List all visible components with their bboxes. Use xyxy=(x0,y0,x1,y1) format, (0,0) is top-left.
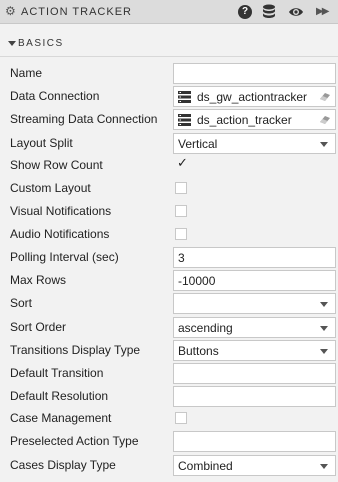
row-audio-notifications: Audio Notifications xyxy=(0,223,338,246)
audio-notifications-label: Audio Notifications xyxy=(10,227,110,241)
row-name: Name xyxy=(0,62,338,85)
cases-display-type-label: Cases Display Type xyxy=(10,458,116,472)
chevron-down-icon xyxy=(320,326,328,331)
caret-down-icon xyxy=(8,41,16,46)
name-label: Name xyxy=(10,66,43,80)
layout-split-select[interactable]: Vertical xyxy=(173,133,336,154)
panel-title: ACTION TRACKER xyxy=(21,6,132,18)
row-default-transition: Default Transition xyxy=(0,362,338,385)
eye-icon[interactable] xyxy=(288,4,304,20)
datasource-icon xyxy=(178,91,191,103)
polling-interval-input[interactable]: 3 xyxy=(173,247,336,268)
row-case-management: Case Management xyxy=(0,407,338,430)
polling-interval-label: Polling Interval (sec) xyxy=(10,250,119,264)
custom-layout-checkbox[interactable] xyxy=(175,182,187,194)
database-icon[interactable] xyxy=(262,4,278,20)
panel-header: ⚙ ACTION TRACKER ? ▶▶ xyxy=(0,0,338,24)
checkmark-icon: ✓ xyxy=(177,155,188,170)
show-row-count-label: Show Row Count xyxy=(10,158,103,172)
audio-notifications-checkbox[interactable] xyxy=(175,228,187,240)
row-polling-interval: Polling Interval (sec) 3 xyxy=(0,246,338,269)
row-transitions-display-type: Transitions Display Type Buttons xyxy=(0,339,338,362)
row-sort-order: Sort Order ascending xyxy=(0,316,338,339)
default-transition-label: Default Transition xyxy=(10,366,104,380)
row-streaming-data-connection: Streaming Data Connection ds_action_trac… xyxy=(0,108,338,131)
preselected-action-type-input[interactable] xyxy=(173,431,336,452)
sort-label: Sort xyxy=(10,296,33,310)
layout-split-label: Layout Split xyxy=(10,136,73,150)
row-default-resolution: Default Resolution xyxy=(0,385,338,408)
default-transition-input[interactable] xyxy=(173,363,336,384)
case-management-label: Case Management xyxy=(10,411,112,425)
chevron-down-icon xyxy=(320,142,328,147)
transitions-display-type-label: Transitions Display Type xyxy=(10,343,141,357)
transitions-display-type-select[interactable]: Buttons xyxy=(173,340,336,361)
custom-layout-label: Custom Layout xyxy=(10,181,91,195)
row-visual-notifications: Visual Notifications xyxy=(0,200,338,223)
max-rows-label: Max Rows xyxy=(10,273,67,287)
row-cases-display-type: Cases Display Type Combined xyxy=(0,454,338,477)
data-connection-label: Data Connection xyxy=(10,89,100,103)
default-resolution-input[interactable] xyxy=(173,386,336,407)
gear-icon[interactable]: ⚙ xyxy=(5,4,17,18)
streaming-data-connection-label: Streaming Data Connection xyxy=(10,112,158,126)
sort-order-select[interactable]: ascending xyxy=(173,317,336,338)
row-custom-layout: Custom Layout xyxy=(0,177,338,200)
datasource-icon xyxy=(178,114,191,126)
row-show-row-count: Show Row Count ✓ xyxy=(0,154,338,177)
fast-forward-icon[interactable]: ▶▶ xyxy=(316,4,332,20)
chevron-down-icon xyxy=(320,349,328,354)
row-layout-split: Layout Split Vertical xyxy=(0,132,338,155)
eraser-icon[interactable] xyxy=(320,93,330,101)
row-max-rows: Max Rows -10000 xyxy=(0,269,338,292)
visual-notifications-checkbox[interactable] xyxy=(175,205,187,217)
sort-select[interactable] xyxy=(173,293,336,314)
eraser-icon[interactable] xyxy=(320,116,330,124)
preselected-action-type-label: Preselected Action Type xyxy=(10,434,139,448)
data-connection-field[interactable]: ds_gw_actiontracker xyxy=(173,86,336,107)
section-label: BASICS xyxy=(18,38,64,49)
max-rows-input[interactable]: -10000 xyxy=(173,270,336,291)
basics-section-header[interactable]: BASICS xyxy=(0,35,338,55)
chevron-down-icon xyxy=(320,464,328,469)
row-preselected-action-type: Preselected Action Type xyxy=(0,430,338,453)
visual-notifications-label: Visual Notifications xyxy=(10,204,112,218)
help-icon[interactable]: ? xyxy=(238,5,252,19)
streaming-data-connection-value: ds_action_tracker xyxy=(197,113,292,127)
row-data-connection: Data Connection ds_gw_actiontracker xyxy=(0,85,338,108)
data-connection-value: ds_gw_actiontracker xyxy=(197,90,308,104)
case-management-checkbox[interactable] xyxy=(175,412,187,424)
row-sort: Sort xyxy=(0,292,338,315)
cases-display-type-select[interactable]: Combined xyxy=(173,455,336,476)
show-row-count-checkbox[interactable]: ✓ xyxy=(175,155,188,171)
chevron-down-icon xyxy=(320,302,328,307)
default-resolution-label: Default Resolution xyxy=(10,389,109,403)
name-input[interactable] xyxy=(173,63,336,84)
streaming-data-connection-field[interactable]: ds_action_tracker xyxy=(173,109,336,130)
sort-order-label: Sort Order xyxy=(10,320,67,334)
divider xyxy=(0,56,338,57)
